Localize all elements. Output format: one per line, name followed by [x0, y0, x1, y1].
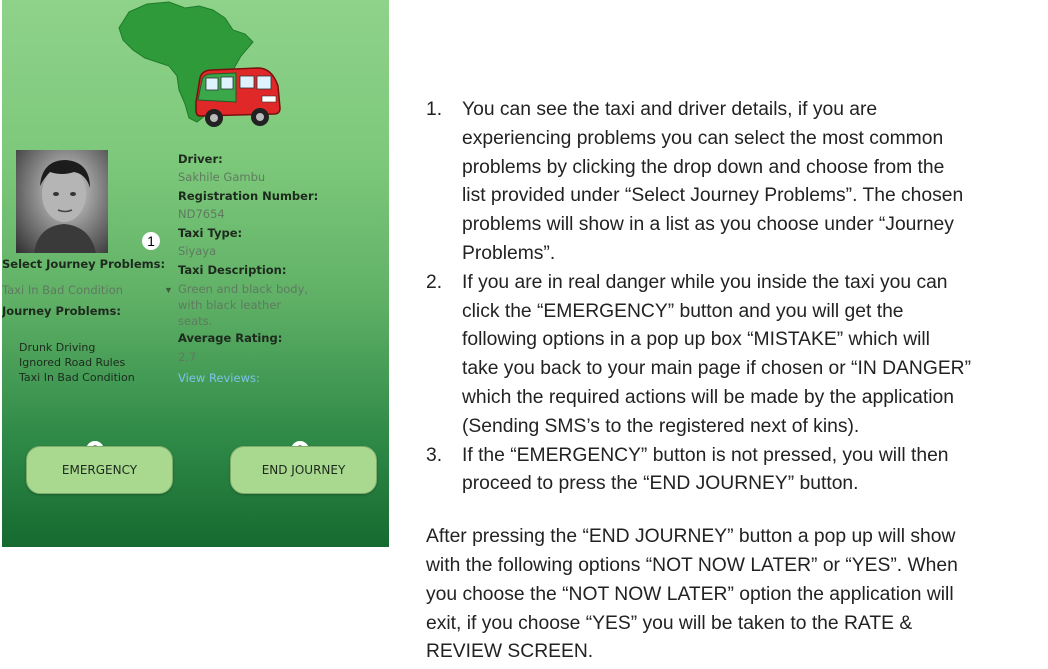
- driver-photo: [16, 150, 108, 253]
- journey-problem-item: Drunk Driving: [19, 341, 96, 354]
- app-screen: Driver: Sakhile Gambu Registration Numbe…: [2, 0, 389, 547]
- instruction-line: If you are in real danger while you insi…: [462, 271, 948, 293]
- taxi-icon: [195, 67, 281, 127]
- marker-1: 1: [142, 232, 160, 250]
- instruction-line: experiencing problems you can select the…: [462, 127, 944, 149]
- instruction-line: problems by clicking the drop down and c…: [462, 156, 945, 178]
- instruction-number: 1.: [426, 99, 443, 120]
- driver-name: Sakhile Gambu: [178, 170, 266, 184]
- instruction-line: You can see the taxi and driver details,…: [462, 99, 878, 120]
- instruction-line: If the “EMERGENCY” button is not pressed…: [462, 444, 949, 466]
- instruction-line: Problems”.: [462, 242, 556, 264]
- instruction-line: click the “EMERGENCY” button and you wil…: [462, 300, 904, 322]
- journey-problems-label: Journey Problems:: [2, 304, 121, 318]
- journey-problem-item: Ignored Road Rules: [19, 356, 126, 369]
- emergency-button[interactable]: EMERGENCY: [26, 446, 173, 494]
- instruction-line: proceed to press the “END JOURNEY” butto…: [462, 473, 859, 495]
- driver-label: Driver:: [178, 152, 223, 166]
- registration-label: Registration Number:: [178, 189, 319, 203]
- driver-avatar-image: [34, 160, 96, 253]
- view-reviews-link[interactable]: View Reviews:: [178, 371, 260, 385]
- paragraph-line: with the following options “NOT NOW LATE…: [426, 554, 958, 576]
- taxi-description-line: Green and black body,: [178, 282, 309, 296]
- instructions-panel: 1. You can see the taxi and driver detai…: [426, 96, 1041, 667]
- instructions-list: 1. You can see the taxi and driver detai…: [426, 96, 1041, 499]
- registration-value: ND7654: [178, 207, 225, 221]
- instruction-line: list provided under “Select Journey Prob…: [462, 185, 964, 207]
- instruction-number: 3.: [426, 444, 443, 466]
- instruction-line: problems will show in a list as you choo…: [462, 214, 954, 236]
- instruction-item: 1. You can see the taxi and driver detai…: [426, 96, 1041, 269]
- instruction-line: following options in a pop up box “MISTA…: [462, 329, 930, 351]
- instruction-item: 2. If you are in real danger while you i…: [426, 269, 1041, 442]
- taxi-description-label: Taxi Description:: [178, 263, 287, 277]
- paragraph-line: REVIEW SCREEN.: [426, 641, 594, 663]
- average-rating-value: 2.7: [178, 350, 197, 364]
- taxi-description-line: seats.: [178, 314, 213, 328]
- end-journey-explanation: After pressing the “END JOURNEY” button …: [426, 523, 1041, 667]
- journey-problem-item: Taxi In Bad Condition: [19, 371, 135, 384]
- paragraph-line: exit, if you choose “YES” you will be ta…: [426, 612, 913, 634]
- instruction-line: which the required actions will be made …: [462, 386, 954, 408]
- taxi-type-value: Siyaya: [178, 244, 217, 258]
- instruction-line: take you back to your main page if chose…: [462, 358, 972, 380]
- journey-problems-dropdown[interactable]: Taxi In Bad Condition: [2, 283, 123, 297]
- dropdown-arrow-icon[interactable]: ▼: [164, 285, 173, 295]
- select-journey-problems-label: Select Journey Problems:: [2, 257, 166, 271]
- paragraph-line: After pressing the “END JOURNEY” button …: [426, 526, 956, 548]
- instruction-line: (Sending SMS’s to the registered next of…: [462, 415, 860, 437]
- taxi-type-label: Taxi Type:: [178, 226, 243, 240]
- average-rating-label: Average Rating:: [178, 331, 283, 345]
- taxi-description-line: with black leather: [178, 298, 282, 312]
- instruction-number: 2.: [426, 271, 443, 293]
- paragraph-line: you choose the “NOT NOW LATER” option th…: [426, 583, 954, 605]
- end-journey-button[interactable]: END JOURNEY: [230, 446, 377, 494]
- instruction-item: 3. If the “EMERGENCY” button is not pres…: [426, 442, 1041, 500]
